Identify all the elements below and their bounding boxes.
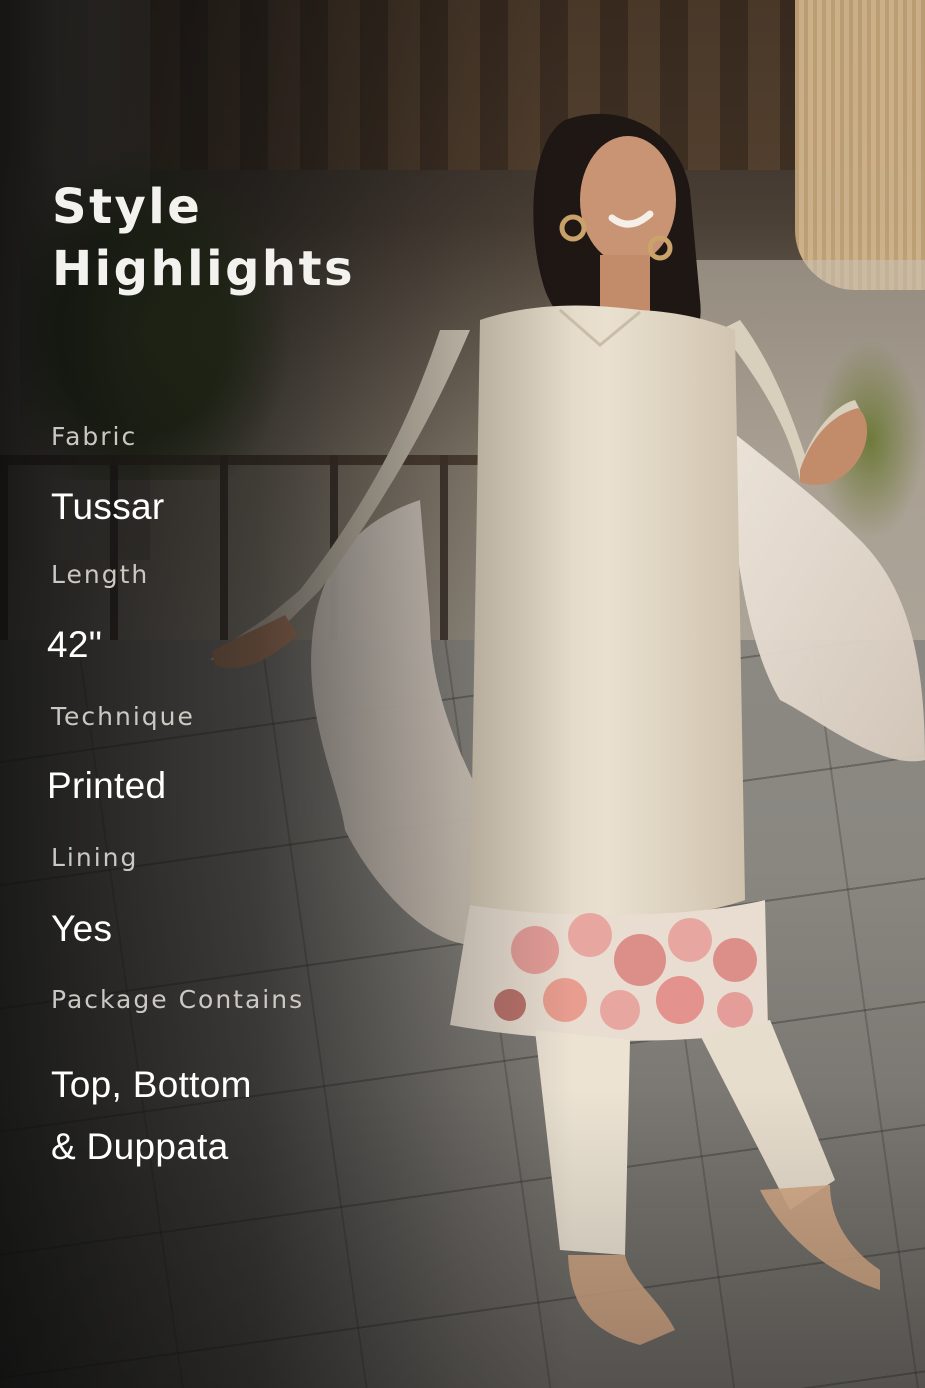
spec-label-length: Length [51,560,150,589]
title-line-1: Style [52,179,203,235]
spec-label-lining: Lining [51,843,139,872]
spec-label-package: Package Contains [51,985,305,1014]
spec-value-fabric: Tussar [51,486,165,527]
style-highlights-panel: Style Highlights Fabric Tussar Length 42… [0,0,460,1388]
spec-label-technique: Technique [51,702,195,731]
spec-value-package-line-1: Top, Bottom [51,1064,252,1105]
spec-value-package-line-2: & Duppata [51,1126,229,1167]
spec-value-length: 42" [47,624,103,665]
page-title: Style Highlights [52,176,355,300]
spec-value-lining: Yes [51,908,113,949]
title-line-2: Highlights [52,241,356,297]
spec-label-fabric: Fabric [51,422,138,451]
spec-value-technique: Printed [47,765,167,806]
